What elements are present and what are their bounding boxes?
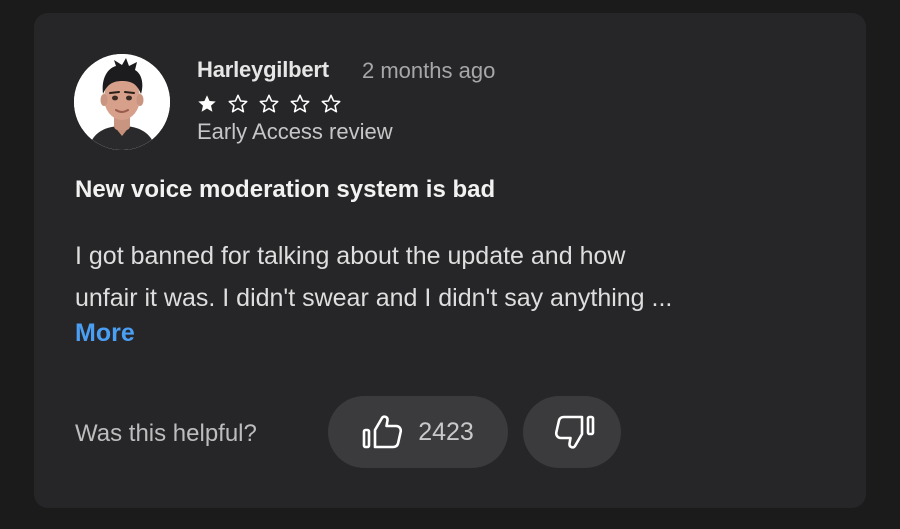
star-outline-icon <box>321 94 341 113</box>
more-link[interactable]: More <box>75 319 135 348</box>
helpful-count: 2423 <box>418 417 474 446</box>
avatar-image <box>74 54 170 150</box>
thumbs-down-icon <box>554 415 595 449</box>
star-outline-icon <box>290 94 310 113</box>
review-body: I got banned for talking about the updat… <box>75 235 845 319</box>
review-date: 2 months ago <box>362 58 496 83</box>
star-rating <box>196 93 342 115</box>
review-title: New voice moderation system is bad <box>75 176 496 203</box>
review-body-line: I got banned for talking about the updat… <box>75 242 626 270</box>
review-body-line: unfair it was. I didn't swear and I didn… <box>75 284 673 312</box>
review-card: Harleygilbert 2 months ago Early Access … <box>34 13 866 508</box>
thumbs-up-icon <box>362 415 403 449</box>
user-avatar[interactable] <box>74 54 170 150</box>
star-outline-icon <box>228 94 248 113</box>
thumbs-up-button[interactable]: 2423 <box>328 396 508 468</box>
star-outline-icon <box>259 94 279 113</box>
thumbs-down-button[interactable] <box>523 396 621 468</box>
reviewer-name[interactable]: Harleygilbert <box>197 57 329 83</box>
star-filled-icon <box>198 95 216 112</box>
helpful-question: Was this helpful? <box>75 420 257 447</box>
early-access-tag: Early Access review <box>197 119 393 144</box>
